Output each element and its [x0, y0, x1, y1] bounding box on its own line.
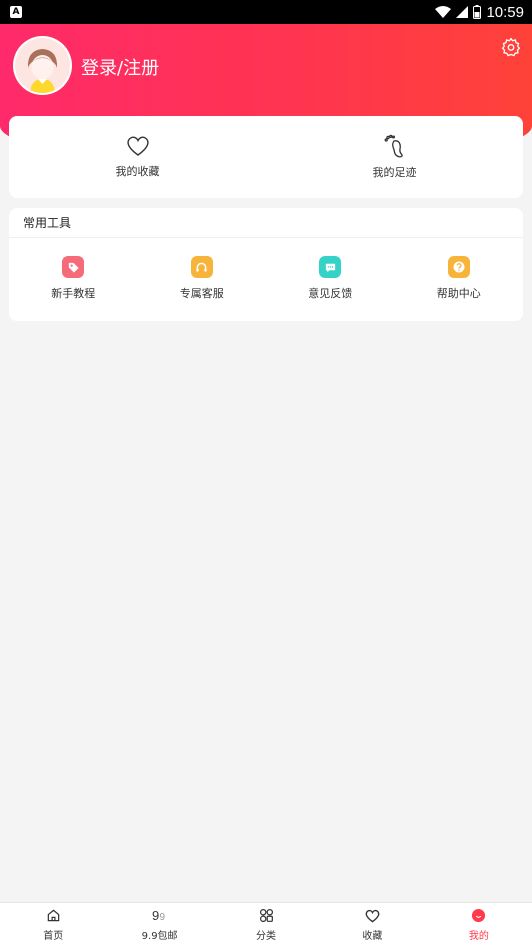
profile-icon: [471, 908, 487, 924]
tab-category[interactable]: 分类: [213, 903, 319, 946]
customer-service-label: 专属客服: [179, 287, 224, 300]
question-icon: [447, 256, 470, 278]
common-tools-card: 常用工具 新手教程 专属客服 意见反馈 帮助中心: [9, 208, 523, 321]
battery-icon: [473, 5, 482, 19]
tutorial-label: 新手教程: [51, 287, 96, 300]
home-icon: [45, 908, 61, 924]
tab-free-shipping-label: 9.9包邮: [141, 930, 178, 942]
status-bar: A 10:59: [0, 0, 532, 24]
tab-favorites-label: 收藏: [362, 930, 383, 942]
signal-icon: [456, 6, 469, 18]
my-footprints-button[interactable]: 我的足迹: [266, 116, 523, 198]
heart-icon: [364, 908, 380, 924]
bottom-tab-bar: 首页 99 9.9包邮 分类 收藏 我的: [0, 902, 532, 946]
help-center-label: 帮助中心: [436, 287, 481, 300]
grid-icon: [258, 908, 274, 924]
avatar-illustration: [15, 38, 70, 93]
tag-icon: [62, 256, 85, 278]
nine-nine-icon: 99: [152, 908, 168, 924]
quick-links-card: 我的收藏 我的足迹: [9, 116, 523, 198]
tab-home[interactable]: 首页: [0, 903, 106, 946]
tab-favorites[interactable]: 收藏: [319, 903, 425, 946]
my-footprints-label: 我的足迹: [372, 166, 417, 179]
login-register-link[interactable]: 登录/注册: [81, 54, 159, 80]
message-icon: [319, 256, 342, 278]
feedback-button[interactable]: 意见反馈: [266, 256, 395, 301]
help-center-button[interactable]: 帮助中心: [395, 256, 524, 301]
svg-text:9: 9: [159, 912, 165, 923]
headset-icon: [190, 256, 213, 278]
avatar[interactable]: [13, 36, 72, 95]
app-notification-icon: A: [10, 6, 22, 18]
common-tools-title: 常用工具: [9, 208, 523, 238]
tab-profile[interactable]: 我的: [426, 903, 532, 946]
settings-button[interactable]: [500, 36, 522, 58]
gear-icon: [501, 37, 521, 57]
tutorial-button[interactable]: 新手教程: [9, 256, 138, 301]
tab-profile-label: 我的: [468, 930, 489, 942]
svg-text:9: 9: [152, 908, 159, 923]
feedback-label: 意见反馈: [308, 287, 353, 300]
tab-home-label: 首页: [43, 930, 64, 942]
heart-icon: [126, 136, 149, 156]
customer-service-button[interactable]: 专属客服: [138, 256, 267, 301]
my-favorites-button[interactable]: 我的收藏: [9, 116, 266, 198]
wifi-icon: [435, 6, 452, 18]
footprint-icon: [384, 134, 403, 158]
tab-category-label: 分类: [256, 930, 277, 942]
tab-free-shipping[interactable]: 99 9.9包邮: [106, 903, 212, 946]
my-favorites-label: 我的收藏: [115, 165, 160, 178]
status-time: 10:59: [486, 3, 524, 21]
